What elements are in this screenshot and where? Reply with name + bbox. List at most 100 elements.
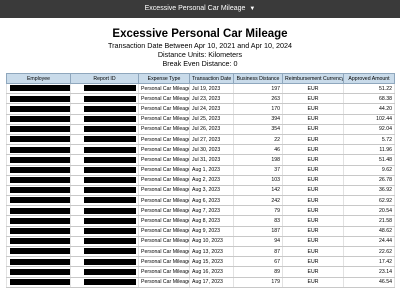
employee-cell <box>6 175 71 186</box>
redacted-report-id <box>84 238 136 245</box>
table-row[interactable]: Personal Car Mileage Aug 3, 2023 142 EUR 36.… <box>6 185 395 197</box>
column-header-employee[interactable]: Employee <box>6 73 71 84</box>
redacted-report-id <box>84 115 136 122</box>
table-row[interactable]: Personal Car Mileage Aug 16, 2023 89 EUR 23.… <box>6 266 395 278</box>
redacted-report-id <box>84 258 136 265</box>
table-row[interactable]: Personal Car Mileage Aug 6, 2023 242 EUR 62.… <box>6 195 395 207</box>
table-row[interactable]: Personal Car Mileage Jul 31, 2023 198 EUR 51… <box>6 154 395 166</box>
report-id-cell[interactable] <box>70 246 139 258</box>
report-id-cell[interactable] <box>70 195 139 207</box>
report-id-cell[interactable] <box>70 114 139 125</box>
employee-cell <box>6 226 71 237</box>
business-distance-cell: 94 <box>233 236 283 248</box>
table-row[interactable]: Personal Car Mileage Aug 1, 2023 37 EUR 9.62 <box>6 165 395 176</box>
column-header-expense-type[interactable]: Expense Type <box>138 73 190 84</box>
redacted-employee <box>10 258 70 265</box>
business-distance-cell: 87 <box>233 246 283 258</box>
table-row[interactable]: Personal Car Mileage Aug 9, 2023 187 EUR 48.… <box>6 226 395 237</box>
table-row[interactable]: Personal Car Mileage Aug 13, 2023 87 EUR 22.… <box>6 246 395 258</box>
report-id-cell[interactable] <box>70 144 139 156</box>
chevron-down-icon[interactable]: ▼ <box>249 0 255 18</box>
approved-amount-cell: 102.44 <box>343 114 395 125</box>
redacted-report-id <box>84 248 136 255</box>
expense-type-cell: Personal Car Mileage <box>138 93 190 105</box>
report-id-cell[interactable] <box>70 165 139 176</box>
transaction-date-cell: Aug 8, 2023 <box>189 215 234 227</box>
business-distance-cell: 179 <box>233 277 283 288</box>
mileage-table: Employee Report ID Expense Type Transact… <box>6 73 395 288</box>
table-row[interactable]: Personal Car Mileage Aug 8, 2023 83 EUR 21.5… <box>6 215 395 227</box>
employee-cell <box>6 195 71 207</box>
redacted-employee <box>10 248 70 255</box>
column-header-business-distance[interactable]: Business Distance <box>233 73 283 84</box>
business-distance-cell: 242 <box>233 195 283 207</box>
business-distance-cell: 37 <box>233 165 283 176</box>
report-id-cell[interactable] <box>70 205 139 217</box>
approved-amount-cell: 36.92 <box>343 185 395 197</box>
transaction-date-cell: Jul 25, 2023 <box>189 114 234 125</box>
report-id-cell[interactable] <box>70 256 139 268</box>
table-row[interactable]: Personal Car Mileage Aug 17, 2023 179 EUR 46… <box>6 277 395 288</box>
redacted-report-id <box>84 177 136 184</box>
report-id-cell[interactable] <box>70 226 139 237</box>
redacted-employee <box>10 217 70 224</box>
report-id-cell[interactable] <box>70 185 139 197</box>
report-id-cell[interactable] <box>70 236 139 248</box>
redacted-report-id <box>84 95 136 102</box>
expense-type-cell: Personal Car Mileage <box>138 246 190 258</box>
expense-type-cell: Personal Car Mileage <box>138 134 190 146</box>
tab-title: Excessive Personal Car Mileage <box>144 5 246 12</box>
report-id-cell[interactable] <box>70 215 139 227</box>
report-id-cell[interactable] <box>70 277 139 288</box>
report-id-cell[interactable] <box>70 154 139 166</box>
report-title: Excessive Personal Car Mileage <box>112 28 288 40</box>
table-row[interactable]: Personal Car Mileage Jul 27, 2023 22 EUR 5.7… <box>6 134 395 146</box>
redacted-report-id <box>84 85 136 92</box>
business-distance-cell: 394 <box>233 114 283 125</box>
column-header-transaction-date[interactable]: Transaction Date <box>189 73 234 84</box>
table-row[interactable]: Personal Car Mileage Jul 23, 2023 263 EUR 68… <box>6 93 395 105</box>
table-row[interactable]: Personal Car Mileage Jul 30, 2023 46 EUR 11.… <box>6 144 395 156</box>
redacted-report-id <box>84 126 136 133</box>
transaction-date-cell: Aug 17, 2023 <box>189 277 234 288</box>
table-row[interactable]: Personal Car Mileage Jul 24, 2023 170 EUR 44… <box>6 103 395 115</box>
report-tab[interactable]: Excessive Personal Car Mileage ▼ <box>0 0 400 18</box>
redacted-employee <box>10 136 70 143</box>
table-row[interactable]: Personal Car Mileage Aug 15, 2023 67 EUR 17.… <box>6 256 395 268</box>
expense-type-cell: Personal Car Mileage <box>138 83 190 95</box>
report-id-cell[interactable] <box>70 175 139 186</box>
report-id-cell[interactable] <box>70 266 139 278</box>
employee-cell <box>6 165 71 176</box>
redacted-employee <box>10 156 70 163</box>
redacted-report-id <box>84 197 136 204</box>
expense-type-cell: Personal Car Mileage <box>138 175 190 186</box>
table-row[interactable]: Personal Car Mileage Jul 25, 2023 394 EUR 10… <box>6 114 395 125</box>
table-row[interactable]: Personal Car Mileage Aug 10, 2023 94 EUR 24.… <box>6 236 395 248</box>
expense-type-cell: Personal Car Mileage <box>138 165 190 176</box>
employee-cell <box>6 114 71 125</box>
report-id-cell[interactable] <box>70 124 139 135</box>
redacted-report-id <box>84 166 136 173</box>
employee-cell <box>6 246 71 258</box>
approved-amount-cell: 26.78 <box>343 175 395 186</box>
currency-cell: EUR <box>282 165 344 176</box>
table-row[interactable]: Personal Car Mileage Aug 2, 2023 103 EUR 26.… <box>6 175 395 186</box>
table-row[interactable]: Personal Car Mileage Jul 19, 2023 197 EUR 51… <box>6 83 395 95</box>
table-row[interactable]: Personal Car Mileage Aug 7, 2023 79 EUR 20.5… <box>6 205 395 217</box>
transaction-date-cell: Aug 3, 2023 <box>189 185 234 197</box>
column-header-reimbursement-currency[interactable]: Reimbursement Currency <box>282 73 344 84</box>
column-header-approved-amount[interactable]: Approved Amount <box>343 73 395 84</box>
currency-cell: EUR <box>282 134 344 146</box>
report-id-cell[interactable] <box>70 93 139 105</box>
approved-amount-cell: 62.92 <box>343 195 395 207</box>
report-id-cell[interactable] <box>70 134 139 146</box>
report-id-cell[interactable] <box>70 83 139 95</box>
employee-cell <box>6 266 71 278</box>
currency-cell: EUR <box>282 175 344 186</box>
column-header-report-id[interactable]: Report ID <box>70 73 139 84</box>
date-range-filter: Transaction Date Between Apr 10, 2021 an… <box>108 41 292 50</box>
redacted-employee <box>10 95 70 102</box>
report-id-cell[interactable] <box>70 103 139 115</box>
transaction-date-cell: Aug 15, 2023 <box>189 256 234 268</box>
table-row[interactable]: Personal Car Mileage Jul 26, 2023 354 EUR 92… <box>6 124 395 135</box>
